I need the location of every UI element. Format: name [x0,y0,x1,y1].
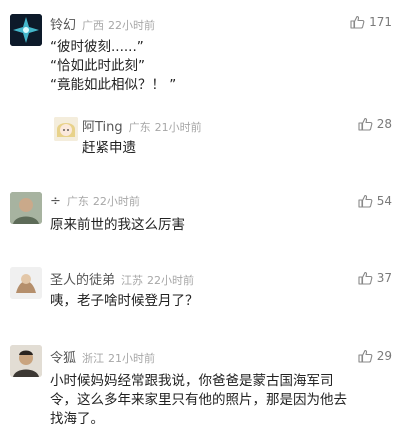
avatar[interactable] [10,192,42,224]
username[interactable]: 阿Ting [82,116,123,135]
comment-text: 小时候妈妈经常跟我说，你爸爸是蒙古国海军司 令，这么多年来家里只有他的照片，那是… [50,373,347,427]
avatar[interactable] [10,267,42,299]
avatar[interactable] [10,345,42,377]
thumbs-up-icon [358,194,373,208]
timestamp: 21小时前 [154,121,202,134]
avatar[interactable] [10,14,42,46]
timestamp: 21小时前 [108,352,156,365]
username[interactable]: 铃幻 [50,14,76,33]
like-button[interactable]: 54 [358,194,392,208]
like-count: 54 [376,194,392,208]
like-button[interactable]: 29 [358,349,392,363]
thumbs-up-icon [350,15,365,29]
username[interactable]: 圣人的徒弟 [50,269,115,288]
comment-text: 原来前世的我这么厉害 [50,217,185,233]
timestamp: 22小时前 [92,195,140,208]
timestamp: 22小时前 [147,274,195,287]
like-count: 28 [376,117,392,131]
location: 广东 [66,195,89,208]
location: 广西 [82,19,105,32]
like-button[interactable]: 28 [358,117,392,131]
thumbs-up-icon [358,117,373,131]
like-count: 29 [376,349,392,363]
like-count: 171 [369,15,392,29]
username[interactable]: 令狐 [50,347,76,366]
username[interactable]: ÷ [50,194,61,209]
comment-text: 咦，老子啥时候登月了？ [50,293,199,309]
like-button[interactable]: 37 [358,271,392,285]
location: 浙江 [82,352,105,365]
thumbs-up-icon [358,349,373,363]
avatar[interactable] [54,117,78,141]
thumbs-up-icon [358,271,373,285]
timestamp: 22小时前 [108,19,156,32]
like-button[interactable]: 171 [350,15,392,29]
reply-text: 赶紧申遗 [82,140,136,156]
location: 广东 [128,121,151,134]
location: 江苏 [121,274,144,287]
like-count: 37 [376,271,392,285]
comment-text: “彼时彼刻......” “恰如此时此刻” “竟能如此相似？！ ” [50,39,177,93]
